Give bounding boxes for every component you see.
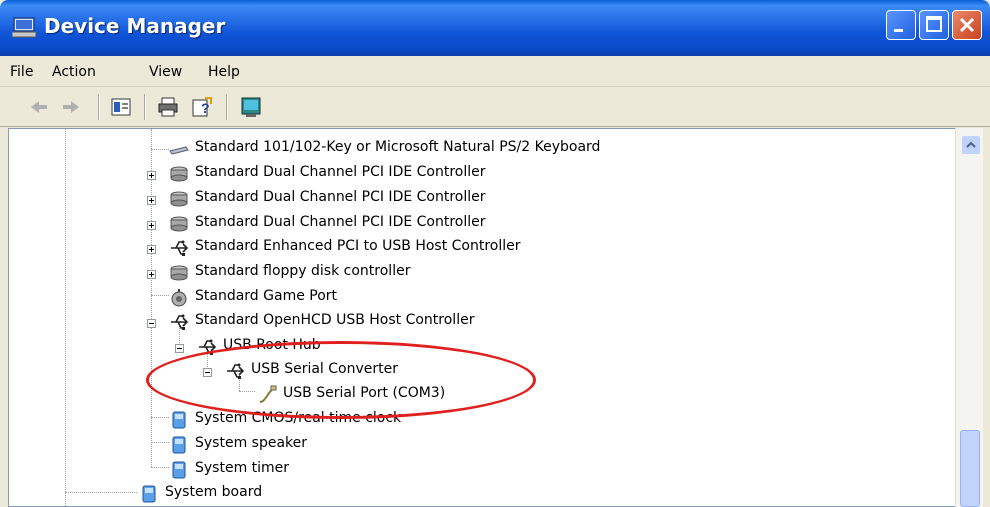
- system-board-icon: [142, 485, 156, 503]
- scroll-up-button[interactable]: [962, 136, 980, 154]
- menu-action[interactable]: Action: [52, 64, 96, 80]
- help-icon[interactable]: ?: [191, 96, 213, 118]
- expand-toggle[interactable]: [147, 270, 156, 279]
- device-tree[interactable]: Standard 101/102-Key or Microsoft Natura…: [8, 128, 962, 507]
- tree-line: [151, 295, 169, 296]
- forward-arrow-icon[interactable]: [60, 96, 82, 118]
- expand-toggle[interactable]: [147, 221, 156, 230]
- device-label: Standard Game Port: [195, 288, 338, 304]
- scroll-thumb[interactable]: [960, 430, 980, 507]
- ide-controller-icon: [170, 191, 188, 207]
- svg-text:?: ?: [201, 100, 210, 116]
- chevron-up-icon: [966, 141, 976, 148]
- close-icon: [959, 17, 975, 33]
- device-label: System board: [165, 484, 263, 500]
- tree-line: [151, 149, 169, 150]
- computer-icon: [12, 17, 37, 38]
- tree-line: [65, 129, 66, 506]
- expand-toggle[interactable]: [147, 245, 156, 254]
- toolbar-separator: [98, 94, 100, 120]
- device-label: System timer: [195, 460, 290, 476]
- device-manager-window: Device Manager File Action View Help ? S…: [0, 0, 990, 507]
- expand-toggle[interactable]: [147, 171, 156, 180]
- tree-line: [151, 467, 169, 468]
- menu-view[interactable]: View: [149, 64, 182, 80]
- maximize-icon: [926, 16, 942, 32]
- tree-line: [151, 442, 169, 443]
- game-port-icon: [171, 289, 187, 307]
- menu-help[interactable]: Help: [208, 64, 240, 80]
- minimize-button[interactable]: [886, 10, 916, 40]
- device-label: Standard Dual Channel PCI IDE Controller: [195, 189, 486, 205]
- tree-line: [65, 492, 137, 493]
- toolbar: ?: [0, 88, 990, 127]
- keyboard-icon: [169, 146, 189, 155]
- minimize-icon: [894, 29, 903, 32]
- toolbar-separator: [144, 94, 146, 120]
- floppy-controller-icon: [170, 265, 188, 281]
- menu-bar: File Action View Help: [0, 56, 990, 87]
- system-device-icon: [172, 436, 186, 454]
- collapse-toggle[interactable]: [147, 319, 156, 328]
- window-title: Device Manager: [44, 14, 226, 38]
- device-label: Standard Enhanced PCI to USB Host Contro…: [195, 238, 521, 254]
- expand-toggle[interactable]: [147, 196, 156, 205]
- maximize-button[interactable]: [919, 10, 949, 40]
- device-label: Standard OpenHCD USB Host Controller: [195, 312, 475, 328]
- ide-controller-icon: [170, 166, 188, 182]
- back-arrow-icon[interactable]: [28, 96, 50, 118]
- collapse-toggle[interactable]: [175, 344, 184, 353]
- menu-file[interactable]: File: [10, 64, 33, 80]
- system-device-icon: [172, 461, 186, 479]
- tree-line: [151, 417, 169, 418]
- toolbar-separator: [226, 94, 228, 120]
- scan-hardware-icon[interactable]: [240, 96, 262, 118]
- usb-icon: [171, 240, 189, 256]
- device-label: System speaker: [195, 435, 308, 451]
- device-label: Standard Dual Channel PCI IDE Controller: [195, 164, 486, 180]
- ide-controller-icon: [170, 216, 188, 232]
- annotation-ellipse: [146, 341, 536, 419]
- usb-icon: [171, 314, 189, 330]
- system-device-icon: [172, 411, 186, 429]
- device-label: Standard Dual Channel PCI IDE Controller: [195, 214, 486, 230]
- device-label: Standard floppy disk controller: [195, 263, 411, 279]
- device-label: Standard 101/102-Key or Microsoft Natura…: [195, 139, 601, 155]
- close-button[interactable]: [952, 10, 982, 40]
- print-icon[interactable]: [157, 96, 179, 118]
- vertical-scrollbar[interactable]: [955, 128, 983, 507]
- title-bar[interactable]: Device Manager: [0, 0, 990, 56]
- properties-icon[interactable]: [110, 96, 132, 118]
